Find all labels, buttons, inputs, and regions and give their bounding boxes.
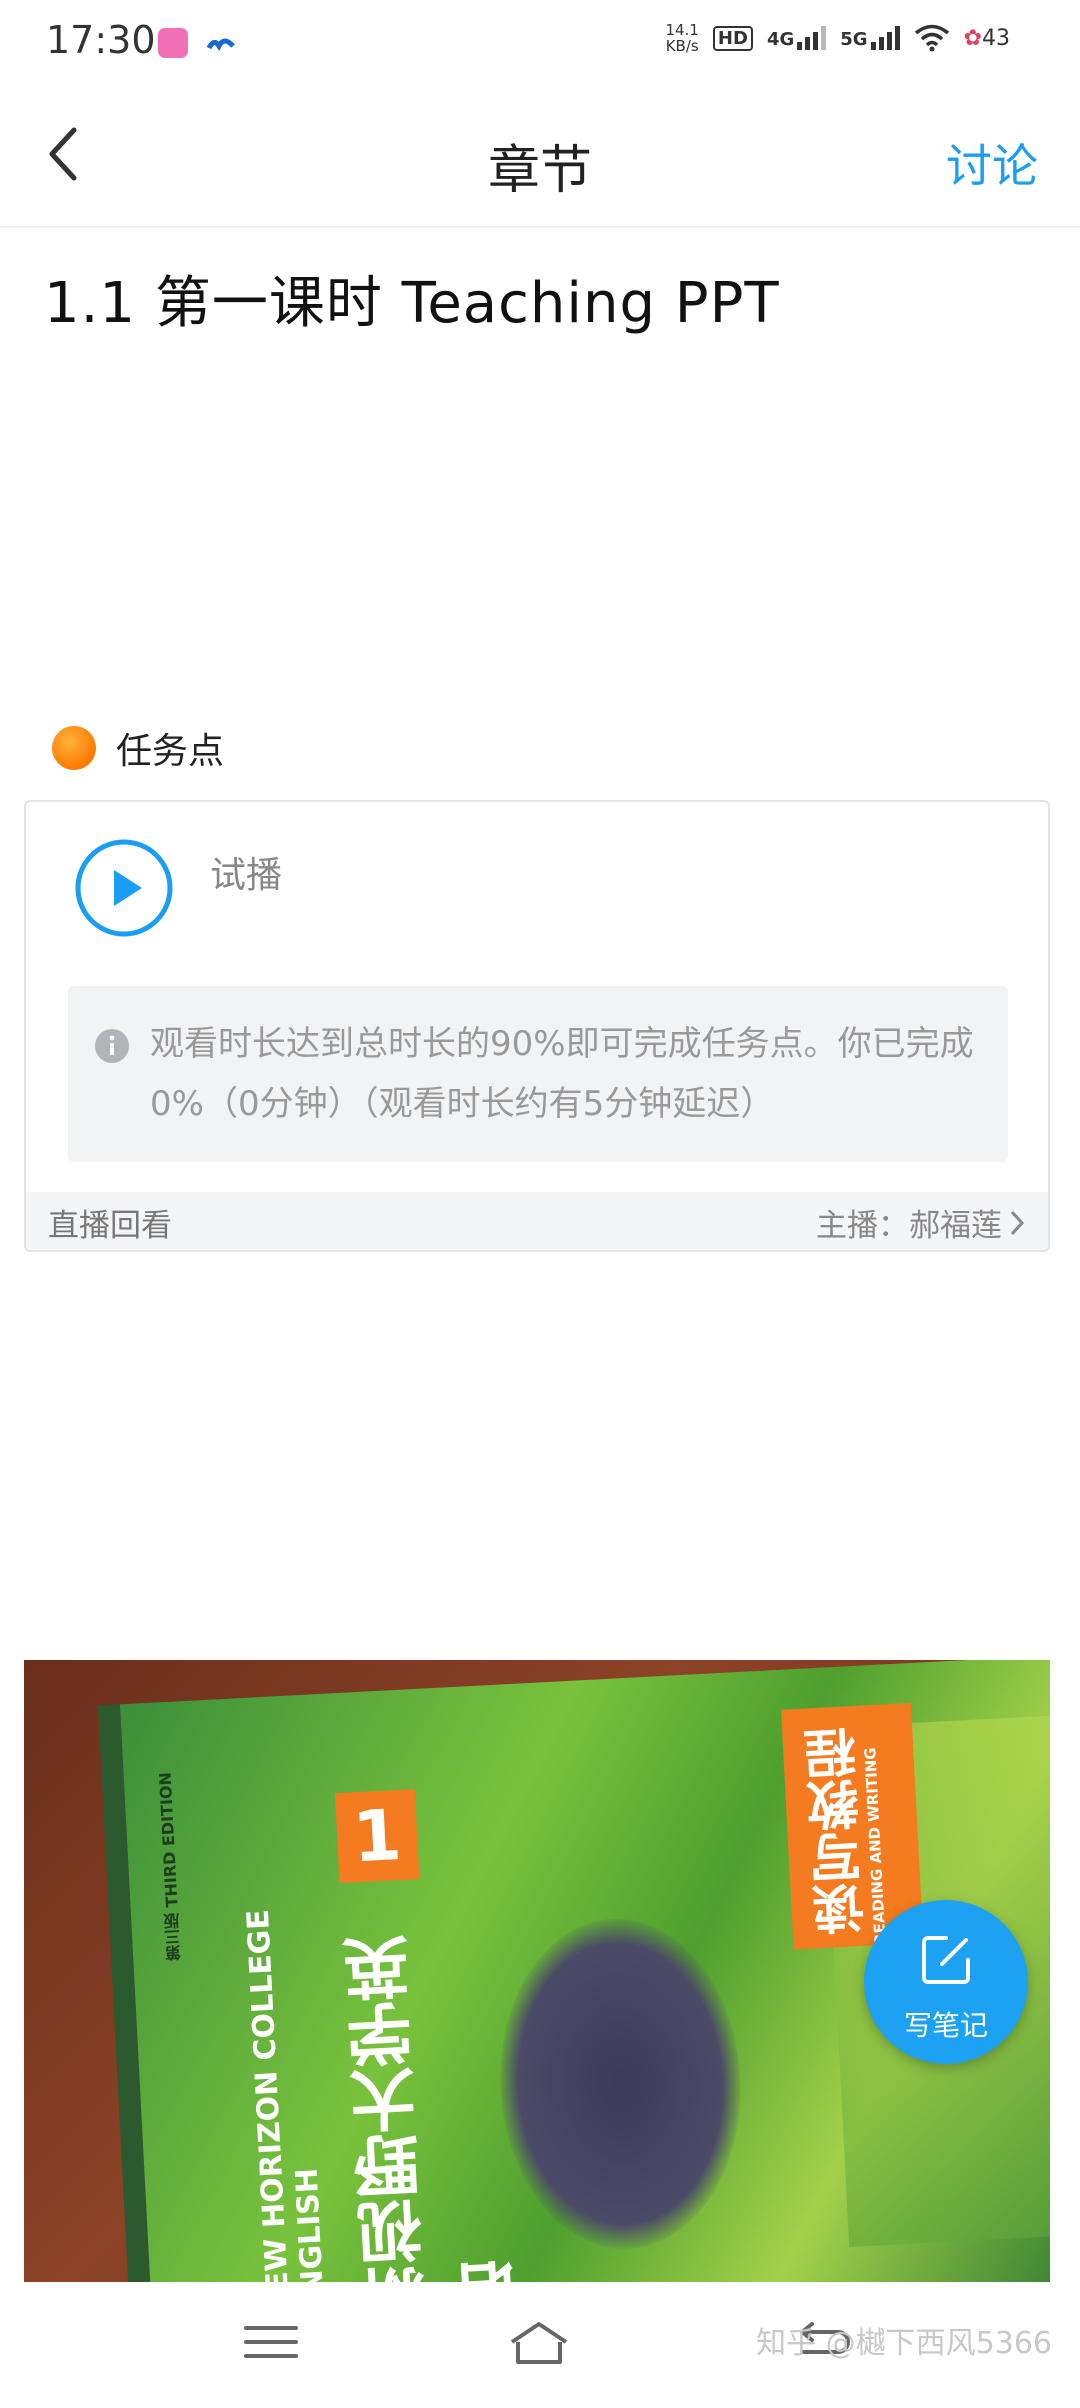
write-note-label: 写笔记: [903, 2009, 988, 2042]
page-title: 章节: [487, 141, 592, 201]
series-title: 新视野大学英语: [341, 1933, 534, 2282]
chevron-right-icon: [1010, 1210, 1025, 1235]
signal-4g-icon: 4G: [767, 26, 827, 50]
write-note-button[interactable]: 写笔记: [864, 1900, 1028, 2064]
replay-label: 直播回看: [48, 1208, 172, 1244]
live-replay-card[interactable]: 试播 观看时长达到总时长的90%即可完成任务点。你已完成0%（0分钟）（观看时长…: [24, 800, 1050, 1252]
signal-5g-icon: 5G: [840, 26, 900, 50]
status-indicators: 14.1 KB/s HD 4G 5G ✿43: [666, 22, 1010, 54]
wifi-icon: [914, 24, 949, 52]
task-point-label: 任务点: [116, 731, 225, 772]
system-navigation-bar: 知乎 @樾下西风5366: [0, 2282, 1080, 2408]
chapter-title: 1.1 第一课时 Teaching PPT: [44, 271, 780, 336]
status-time: 17:30: [46, 18, 156, 62]
app-notification-icon: [158, 28, 188, 58]
info-icon: [95, 1029, 129, 1063]
watermark: 知乎 @樾下西风5366: [756, 2326, 1052, 2361]
task-point-dot-icon: [52, 726, 96, 770]
edition-label: 第三版 THIRD EDITION: [155, 1771, 185, 1962]
play-icon[interactable]: [74, 838, 174, 938]
home-icon[interactable]: [504, 2312, 574, 2372]
brand-text: NEW HORIZON COLLEGE ENGLISH: [240, 1908, 333, 2282]
host-label: 主播：郝福莲: [816, 1208, 1002, 1244]
hd-badge: HD: [712, 25, 753, 51]
notice-text: 观看时长达到总时长的90%即可完成任务点。你已完成0%（0分钟）（观看时长约有5…: [150, 1024, 974, 1124]
volume-number: 1: [334, 1789, 420, 1884]
battery-flower-icon: ✿: [963, 25, 982, 51]
cloud-notification-icon: [206, 28, 236, 58]
status-bar: 17:30 14.1 KB/s HD 4G 5G ✿43: [0, 0, 1080, 84]
video-title: 试播: [210, 855, 283, 896]
menu-icon[interactable]: [236, 2312, 306, 2372]
card-footer: 直播回看 主播：郝福莲: [26, 1192, 1048, 1250]
navigation-bar: 章节 讨论: [0, 88, 1080, 228]
network-speed: 14.1 KB/s: [665, 21, 699, 55]
edit-note-icon: [922, 1936, 970, 1984]
task-point-marker: 任务点: [52, 722, 224, 774]
battery-indicator: ✿43: [963, 25, 1010, 51]
discuss-button[interactable]: 讨论: [946, 130, 1038, 196]
host-link[interactable]: 主播：郝福莲: [816, 1200, 1026, 1245]
task-notice: 观看时长达到总时长的90%即可完成任务点。你已完成0%（0分钟）（观看时长约有5…: [68, 986, 1008, 1162]
